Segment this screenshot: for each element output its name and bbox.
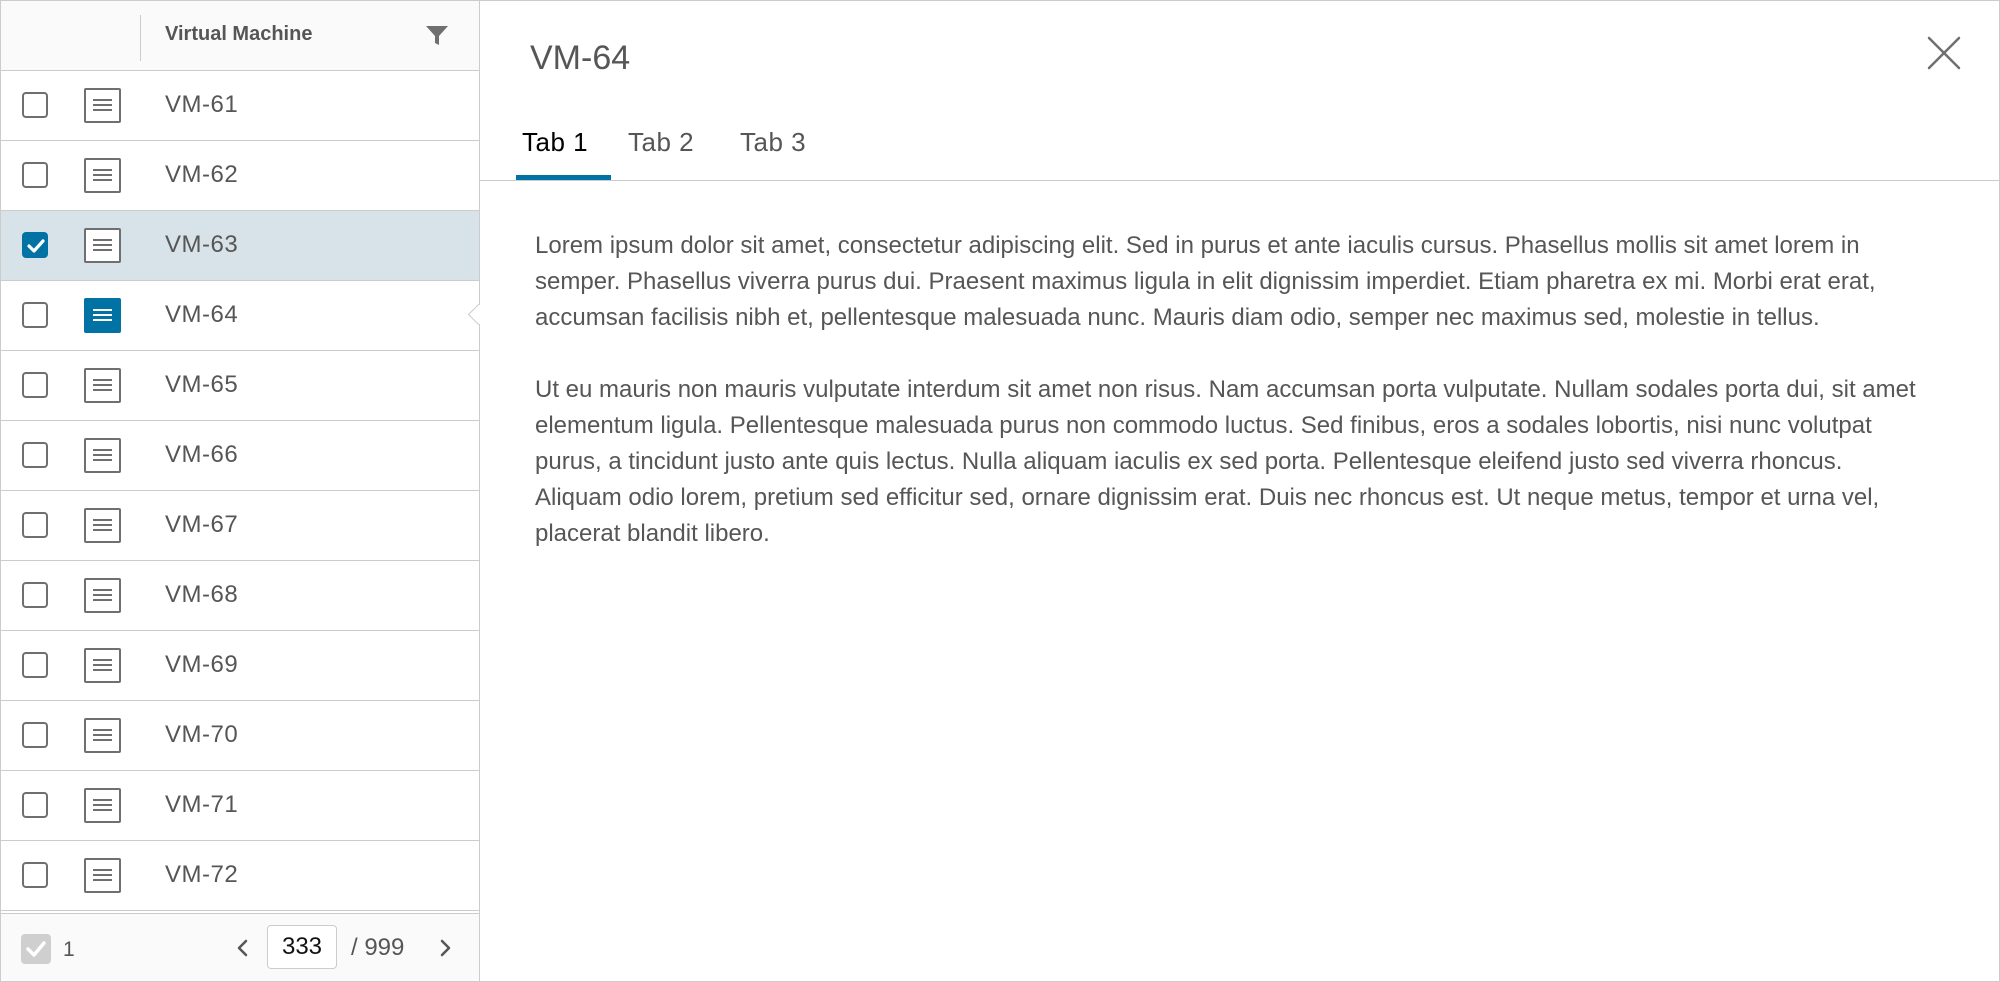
row-checkbox[interactable] — [22, 792, 48, 818]
tab-bar: Tab 1 Tab 2 Tab 3 — [480, 127, 1999, 181]
selected-count: 1 — [63, 938, 75, 961]
table-row[interactable]: VM-62 — [1, 141, 479, 211]
row-label: VM-65 — [165, 371, 239, 398]
detail-pane-icon[interactable] — [84, 508, 121, 543]
table-row[interactable]: VM-67 — [1, 491, 479, 561]
row-label: VM-70 — [165, 721, 239, 748]
detail-pane-icon[interactable] — [84, 88, 121, 123]
tab-label: Tab 1 — [522, 127, 589, 157]
detail-pane-icon[interactable] — [84, 718, 121, 753]
row-label: VM-63 — [165, 231, 239, 258]
datagrid-header: Virtual Machine — [1, 1, 479, 71]
detail-pane-icon[interactable] — [84, 158, 121, 193]
active-tab-indicator — [516, 175, 611, 180]
row-label: VM-61 — [165, 91, 239, 118]
selected-checkbox-icon — [21, 934, 51, 964]
chevron-right-icon[interactable] — [435, 936, 455, 960]
detail-pane-icon[interactable] — [84, 648, 121, 683]
row-checkbox[interactable] — [22, 862, 48, 888]
row-checkbox[interactable] — [22, 512, 48, 538]
row-label: VM-64 — [165, 301, 239, 328]
detail-title: VM-64 — [530, 39, 631, 77]
table-row[interactable]: VM-66 — [1, 421, 479, 491]
detail-pane-icon[interactable] — [84, 438, 121, 473]
row-checkbox[interactable] — [22, 442, 48, 468]
row-label: VM-69 — [165, 651, 239, 678]
content-paragraph: Lorem ipsum dolor sit amet, consectetur … — [535, 232, 1876, 331]
row-label: VM-68 — [165, 581, 239, 608]
table-row[interactable]: VM-68 — [1, 561, 479, 631]
detail-pane-icon[interactable] — [84, 298, 121, 333]
row-checkbox[interactable] — [22, 92, 48, 118]
datagrid-rows: VM-61 VM-62 VM-63 VM-64 VM-65 VM-66 VM-67 VM-68… — [1, 71, 490, 911]
tab-content: Lorem ipsum dolor sit amet, consectetur … — [535, 228, 1925, 581]
row-checkbox[interactable] — [22, 302, 48, 328]
total-pages: / 999 — [351, 934, 405, 961]
content-paragraph: Ut eu mauris non mauris vulputate interd… — [535, 376, 1916, 547]
detail-pane-icon[interactable] — [84, 788, 121, 823]
close-icon[interactable] — [1926, 35, 1962, 71]
tab-1[interactable]: Tab 1 — [516, 127, 616, 180]
tab-3[interactable]: Tab 3 — [734, 127, 834, 180]
detail-pane-icon[interactable] — [84, 858, 121, 893]
page-number-input[interactable] — [267, 925, 337, 969]
row-checkbox[interactable] — [22, 652, 48, 678]
table-row[interactable]: VM-61 — [1, 71, 479, 141]
app-window: Virtual Machine VM-61 VM-62 VM-63 VM-64 VM-6… — [0, 0, 2000, 982]
tab-label: Tab 3 — [740, 127, 807, 157]
detail-pane: VM-64 Tab 1 Tab 2 Tab 3 Lorem ipsum dolor … — [480, 1, 1999, 981]
table-row[interactable]: VM-70 — [1, 701, 479, 771]
row-label: VM-62 — [165, 161, 239, 188]
column-separator[interactable] — [140, 15, 141, 61]
row-checkbox[interactable] — [22, 232, 48, 258]
datagrid-footer: 1 / 999 — [1, 913, 479, 981]
tab-label: Tab 2 — [628, 127, 695, 157]
row-label: VM-72 — [165, 861, 239, 888]
row-checkbox[interactable] — [22, 162, 48, 188]
table-row[interactable]: VM-69 — [1, 631, 479, 701]
row-label: VM-71 — [165, 791, 239, 818]
row-label: VM-66 — [165, 441, 239, 468]
filter-icon[interactable] — [422, 23, 452, 49]
row-checkbox[interactable] — [22, 582, 48, 608]
row-label: VM-67 — [165, 511, 239, 538]
table-row[interactable]: VM-72 — [1, 841, 479, 911]
datagrid: Virtual Machine VM-61 VM-62 VM-63 VM-64 VM-6… — [1, 1, 490, 981]
tab-2[interactable]: Tab 2 — [622, 127, 722, 180]
table-row[interactable]: VM-65 — [1, 351, 479, 421]
row-checkbox[interactable] — [22, 372, 48, 398]
table-row[interactable]: VM-71 — [1, 771, 479, 841]
table-row[interactable]: VM-64 — [1, 281, 490, 351]
chevron-left-icon[interactable] — [233, 936, 253, 960]
column-header-virtual-machine[interactable]: Virtual Machine — [165, 23, 312, 46]
row-checkbox[interactable] — [22, 722, 48, 748]
detail-pane-icon[interactable] — [84, 368, 121, 403]
table-row[interactable]: VM-63 — [1, 211, 479, 281]
detail-pane-icon[interactable] — [84, 228, 121, 263]
detail-pane-icon[interactable] — [84, 578, 121, 613]
